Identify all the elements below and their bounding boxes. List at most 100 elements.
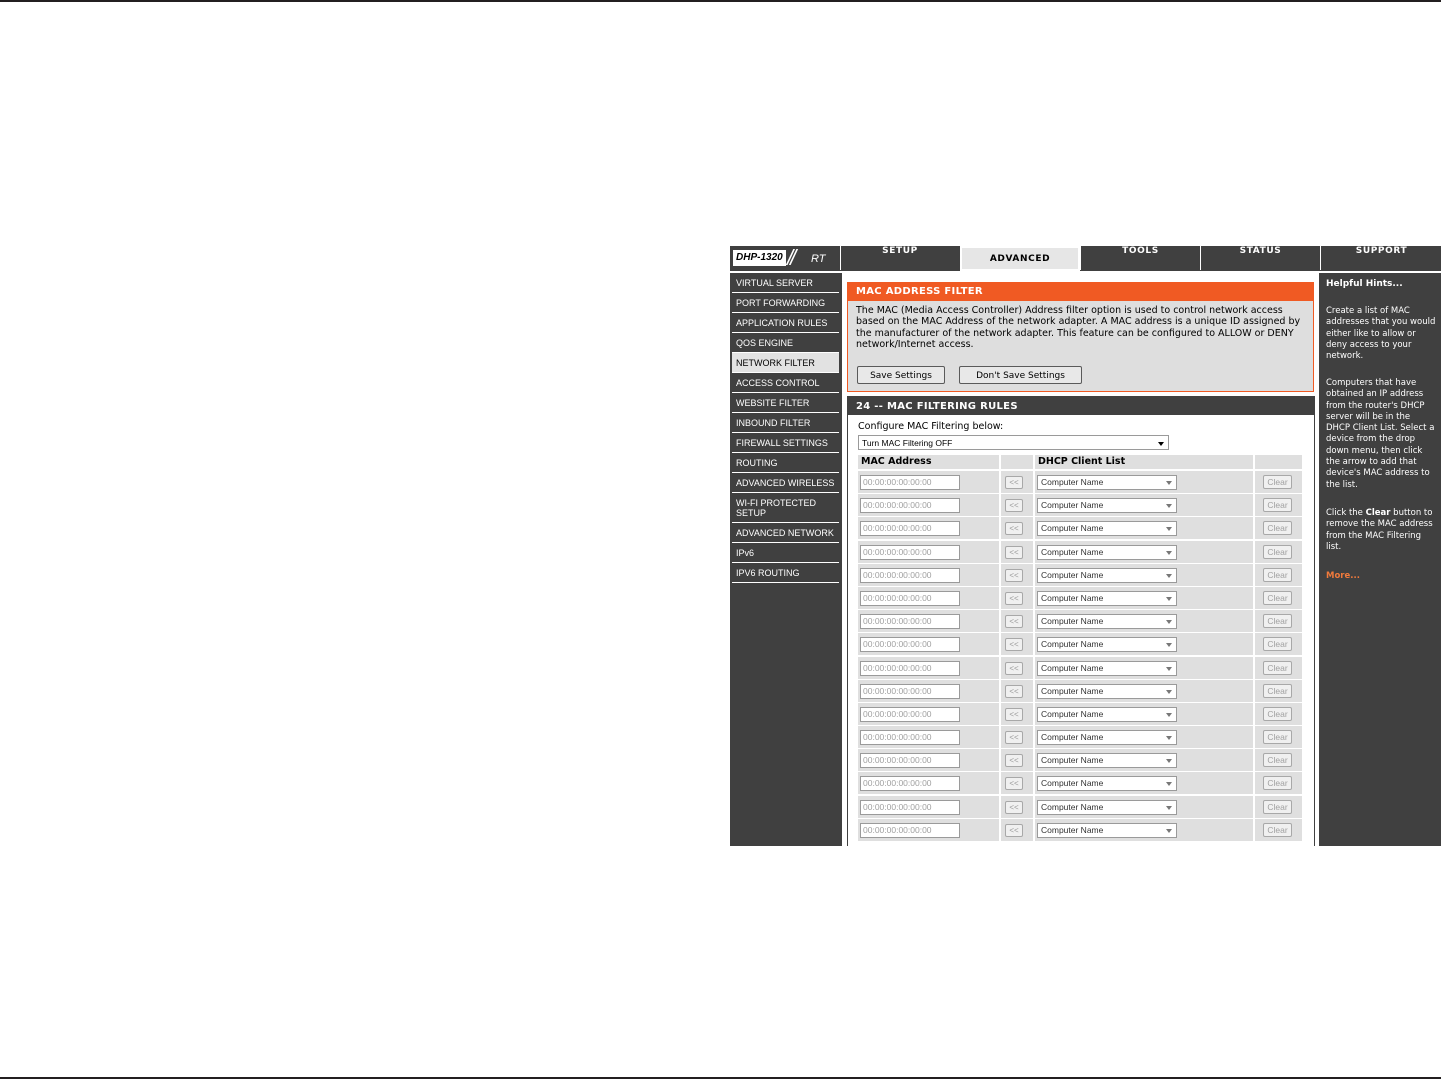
mac-address-input[interactable]: 00:00:00:00:00:00 [860,683,960,699]
dhcp-client-select[interactable]: Computer Name [1037,475,1177,490]
mac-address-input[interactable]: 00:00:00:00:00:00 [860,521,960,537]
copy-mac-button[interactable]: << [1005,661,1023,675]
mac-address-input[interactable]: 00:00:00:00:00:00 [860,637,960,653]
dhcp-client-select[interactable]: Computer Name [1037,706,1177,722]
dhcp-client-select[interactable]: Computer Name [1037,799,1177,815]
sidebar-item[interactable]: FIREWALL SETTINGS [732,433,839,453]
dont-save-settings-button[interactable]: Don't Save Settings [959,366,1082,384]
dhcp-client-select[interactable]: Computer Name [1037,498,1177,514]
sidebar-item[interactable]: ADVANCED WIRELESS [732,473,839,493]
dhcp-client-select[interactable]: Computer Name [1037,544,1177,560]
dhcp-client-select[interactable]: Computer Name [1037,567,1177,583]
mac-address-input[interactable]: 00:00:00:00:00:00 [860,567,960,583]
copy-mac-button[interactable]: << [1005,591,1023,605]
tab-setup[interactable]: SETUP [840,246,959,270]
mac-address-input[interactable]: 00:00:00:00:00:00 [860,706,960,722]
mac-address-input[interactable]: 00:00:00:00:00:00 [860,822,960,838]
clear-button[interactable]: Clear [1263,660,1292,675]
dhcp-client-select[interactable]: Computer Name [1037,521,1177,537]
mac-cell: 00:00:00:00:00:00 [858,563,999,586]
clear-button[interactable]: Clear [1263,475,1292,489]
sidebar-item[interactable]: INBOUND FILTER [732,413,839,433]
clear-button[interactable]: Clear [1263,567,1292,582]
clear-button[interactable]: Clear [1263,637,1292,652]
copy-mac-button[interactable]: << [1005,615,1023,629]
copy-mac-button[interactable]: << [1005,545,1023,559]
copy-cell: << [1001,818,1033,841]
dhcp-client-select[interactable]: Computer Name [1037,822,1177,838]
tab-status[interactable]: STATUS [1200,246,1320,270]
mac-address-input[interactable]: 00:00:00:00:00:00 [860,498,960,514]
save-settings-button[interactable]: Save Settings [857,366,945,384]
sidebar-item[interactable]: PORT FORWARDING [732,293,839,313]
sidebar-item[interactable]: ADVANCED NETWORK [732,523,839,543]
copy-mac-button[interactable]: << [1005,499,1023,513]
sidebar-item[interactable]: IPV6 ROUTING [732,563,839,583]
clear-button[interactable]: Clear [1263,822,1292,837]
copy-mac-button[interactable]: << [1005,684,1023,698]
clear-button[interactable]: Clear [1263,706,1292,721]
sidebar-item[interactable]: VIRTUAL SERVER [732,273,839,293]
copy-mac-button[interactable]: << [1005,476,1023,489]
copy-mac-button[interactable]: << [1005,731,1023,745]
dhcp-client-select[interactable]: Computer Name [1037,637,1177,653]
clear-button[interactable]: Clear [1263,521,1292,536]
mac-address-input[interactable]: 00:00:00:00:00:00 [860,730,960,746]
sidebar-item[interactable]: WI-FI PROTECTED SETUP [732,493,839,523]
dhcp-client-select[interactable]: Computer Name [1037,683,1177,699]
sidebar-item[interactable]: IPv6 [732,543,839,563]
clear-button[interactable]: Clear [1263,776,1292,791]
more-link[interactable]: More... [1326,571,1360,581]
copy-mac-button[interactable]: << [1005,707,1023,721]
client-select-value: Computer Name [1041,662,1104,673]
mac-address-input[interactable]: 00:00:00:00:00:00 [860,544,960,560]
copy-mac-button[interactable]: << [1005,754,1023,768]
sidebar-item[interactable]: WEBSITE FILTER [732,393,839,413]
clear-button[interactable]: Clear [1263,799,1292,814]
sidebar-item[interactable]: QOS ENGINE [732,333,839,353]
mode-selected-value: Turn MAC Filtering OFF [862,438,953,448]
clear-button[interactable]: Clear [1263,614,1292,629]
mac-cell: 00:00:00:00:00:00 [858,818,999,841]
copy-mac-button[interactable]: << [1005,638,1023,652]
mac-cell: 00:00:00:00:00:00 [858,633,999,656]
clear-button[interactable]: Clear [1263,498,1292,513]
dhcp-client-select[interactable]: Computer Name [1037,730,1177,746]
chevron-down-icon [1166,573,1172,578]
table-row: 00:00:00:00:00:00 << Computer Name Clear [858,471,1302,494]
clear-button[interactable]: Clear [1263,683,1292,698]
tab-tools[interactable]: TOOLS [1080,246,1200,270]
mac-cell: 00:00:00:00:00:00 [858,471,999,493]
tab-support[interactable]: SUPPORT [1320,246,1441,270]
clear-button[interactable]: Clear [1263,544,1292,559]
dhcp-client-select[interactable]: Computer Name [1037,660,1177,676]
copy-mac-button[interactable]: << [1005,823,1023,837]
dhcp-client-select[interactable]: Computer Name [1037,590,1177,606]
mac-address-input[interactable]: 00:00:00:00:00:00 [860,475,960,490]
sidebar-item[interactable]: APPLICATION RULES [732,313,839,333]
tab-advanced[interactable]: ADVANCED [960,246,1080,271]
clear-button[interactable]: Clear [1263,730,1292,745]
clear-button[interactable]: Clear [1263,590,1292,605]
clear-button[interactable]: Clear [1263,753,1292,768]
mac-address-input[interactable]: 00:00:00:00:00:00 [860,614,960,630]
mac-address-input[interactable]: 00:00:00:00:00:00 [860,776,960,792]
dhcp-client-select[interactable]: Computer Name [1037,753,1177,769]
copy-mac-button[interactable]: << [1005,568,1023,582]
brand-logo: DHP-1320 // RT [730,246,839,271]
table-row: 00:00:00:00:00:00 << Computer Name Clear [858,679,1302,703]
sidebar-item[interactable]: ACCESS CONTROL [732,373,839,393]
client-cell: Computer Name [1035,656,1253,679]
mac-address-input[interactable]: 00:00:00:00:00:00 [860,753,960,769]
mac-filtering-mode-select[interactable]: Turn MAC Filtering OFF [858,435,1169,450]
mac-address-input[interactable]: 00:00:00:00:00:00 [860,660,960,676]
copy-mac-button[interactable]: << [1005,522,1023,536]
mac-address-input[interactable]: 00:00:00:00:00:00 [860,590,960,606]
sidebar-item[interactable]: ROUTING [732,453,839,473]
copy-mac-button[interactable]: << [1005,777,1023,791]
copy-mac-button[interactable]: << [1005,800,1023,814]
dhcp-client-select[interactable]: Computer Name [1037,614,1177,630]
sidebar-item[interactable]: NETWORK FILTER [732,353,839,373]
mac-address-input[interactable]: 00:00:00:00:00:00 [860,799,960,815]
dhcp-client-select[interactable]: Computer Name [1037,776,1177,792]
